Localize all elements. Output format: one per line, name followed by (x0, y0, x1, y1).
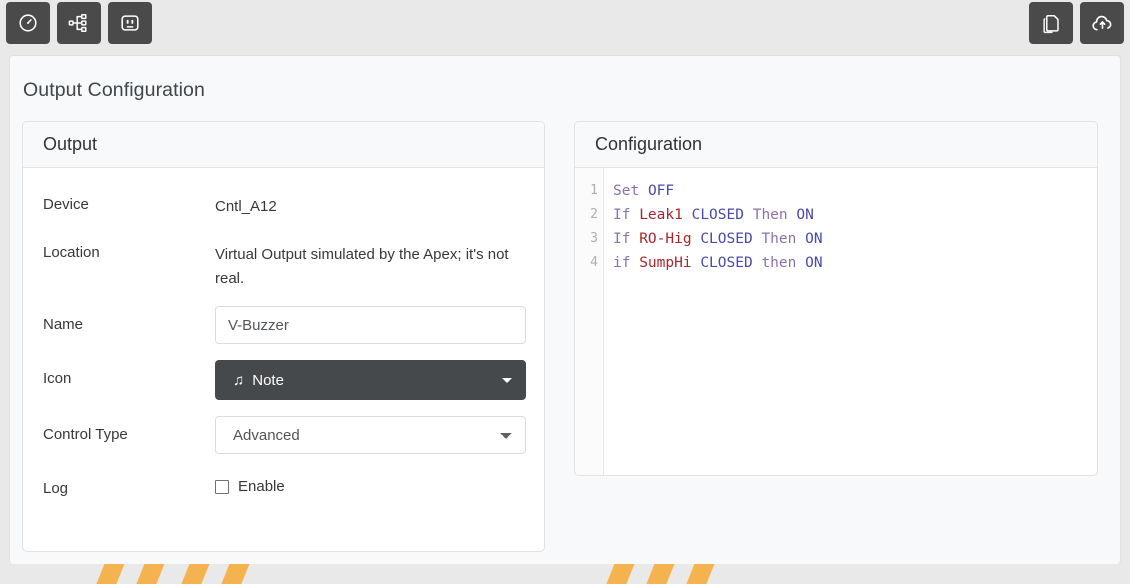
icon-dropdown-value: Note (252, 371, 284, 389)
location-label: Location (43, 244, 100, 261)
code-editor[interactable]: 1 2 3 4 Set OFF If Leak1 CLOSED Then ON If… (575, 168, 1097, 475)
code-content[interactable]: Set OFF If Leak1 CLOSED Then ON If RO-Hig … (604, 168, 1097, 475)
cloud-upload-button[interactable] (1080, 2, 1124, 44)
hazard-stripe (133, 564, 167, 584)
code-token: CLOSED (700, 231, 753, 247)
configuration-card: Configuration 1 2 3 4 Set OFF If Leak1 CL… (574, 121, 1098, 476)
code-token: OFF (647, 183, 675, 199)
output-card: Output Device Cntl_A12 Location Virtual … (22, 121, 545, 552)
hazard-stripe (603, 564, 637, 584)
log-enable-label: Enable (238, 478, 285, 495)
code-token: SumpHi (639, 255, 692, 271)
row-device: Device Cntl_A12 (43, 184, 524, 226)
hazard-stripe-band (0, 564, 1130, 584)
music-note-icon: ♫ (233, 371, 245, 389)
code-line: Set OFF (613, 179, 1097, 203)
code-token: Set (613, 183, 640, 199)
code-token: If (613, 207, 631, 223)
copy-icon (1041, 13, 1062, 34)
output-card-header: Output (23, 122, 544, 168)
dashboard-icon (17, 12, 39, 34)
hazard-stripe (218, 564, 252, 584)
row-name: Name (43, 304, 526, 346)
top-toolbar (0, 0, 1130, 46)
configuration-card-header: Configuration (575, 122, 1097, 168)
code-line: if SumpHi CLOSED then ON (613, 251, 1097, 275)
hazard-stripe (683, 564, 717, 584)
code-token: Then (761, 231, 797, 247)
hazard-stripe (643, 564, 677, 584)
code-token: ON (805, 231, 823, 247)
device-label: Device (43, 196, 89, 213)
outlets-button[interactable] (108, 2, 152, 44)
sitemap-icon (68, 12, 90, 34)
line-number-gutter: 1 2 3 4 (575, 168, 604, 475)
hazard-stripe (93, 564, 127, 584)
code-token: CLOSED (700, 255, 753, 271)
toolbar-right-group (1029, 2, 1124, 44)
copy-button[interactable] (1029, 2, 1073, 44)
code-token: CLOSED (691, 207, 744, 223)
code-token: then (761, 255, 797, 271)
code-token: Leak1 (639, 207, 683, 223)
row-log: Log Enable (43, 468, 524, 510)
log-enable-wrap[interactable]: Enable (215, 468, 524, 495)
code-token: RO-Hig (639, 231, 692, 247)
dashboard-button[interactable] (6, 2, 50, 44)
name-input[interactable] (215, 306, 526, 344)
control-type-label: Control Type (43, 426, 128, 443)
row-icon: Icon ♫ Note (43, 358, 526, 400)
code-token: ON (805, 255, 823, 271)
toolbar-left-group (6, 2, 152, 44)
page-container: Output Configuration Output Device Cntl_… (9, 55, 1121, 565)
outlet-icon (119, 12, 141, 34)
code-line: If RO-Hig CLOSED Then ON (613, 227, 1097, 251)
code-token: ON (796, 207, 814, 223)
chevron-down-icon (502, 378, 512, 383)
code-token: If (613, 231, 631, 247)
log-enable-checkbox[interactable] (215, 479, 229, 494)
cloud-upload-icon (1091, 12, 1114, 35)
row-control-type: Control Type AdvancedManualAuto (43, 414, 526, 456)
icon-dropdown[interactable]: ♫ Note (215, 360, 526, 400)
device-value: Cntl_A12 (215, 198, 277, 215)
sitemap-button[interactable] (57, 2, 101, 44)
page-title: Output Configuration (23, 79, 205, 101)
output-form: Device Cntl_A12 Location Virtual Output … (23, 168, 544, 510)
control-type-select[interactable]: AdvancedManualAuto (215, 416, 526, 454)
code-token: if (613, 255, 631, 271)
code-token: Then (752, 207, 788, 223)
location-value: Virtual Output simulated by the Apex; it… (215, 246, 509, 287)
icon-label: Icon (43, 370, 72, 387)
log-label: Log (43, 480, 69, 497)
name-label: Name (43, 316, 84, 333)
row-location: Location Virtual Output simulated by the… (43, 232, 524, 298)
code-line: If Leak1 CLOSED Then ON (613, 203, 1097, 227)
hazard-stripe (178, 564, 212, 584)
